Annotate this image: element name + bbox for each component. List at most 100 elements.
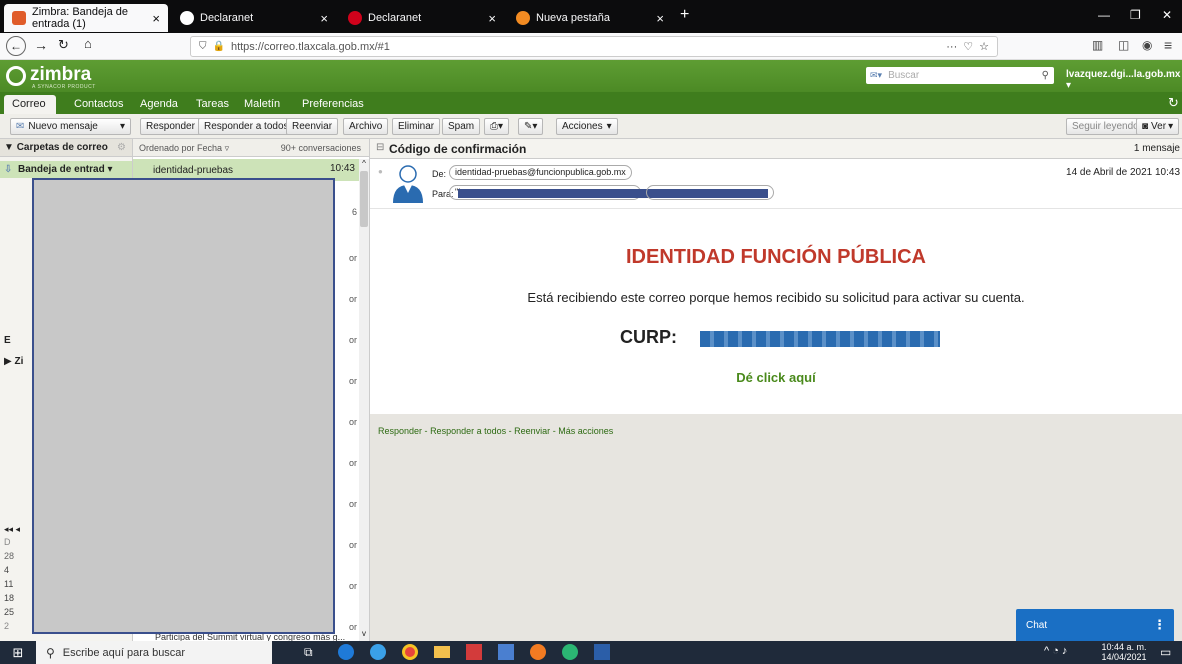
calendar-day[interactable]: 25 <box>4 607 14 617</box>
message-header-bar: ⊟ Código de confirmación 1 mensaje <box>370 139 1182 159</box>
account-icon[interactable]: ◉ <box>1142 38 1152 52</box>
tab-zimbra[interactable]: Zimbra: Bandeja de entrada (1) × <box>4 4 168 32</box>
maximize-button[interactable]: ❐ <box>1130 8 1141 22</box>
tab-new-tab[interactable]: Nueva pestaña × <box>508 4 672 32</box>
reply-button[interactable]: Responder <box>140 118 201 135</box>
tab-correo[interactable]: Correo <box>4 95 56 114</box>
calendar-day[interactable]: 18 <box>4 593 14 603</box>
search-input[interactable]: Buscar <box>888 70 919 81</box>
calendar-nav[interactable]: ◂◂ ◂ <box>4 524 20 535</box>
reload-icon[interactable]: ↻ <box>58 37 69 53</box>
more-actions-link[interactable]: Más acciones <box>558 426 613 436</box>
view-button[interactable]: ◙ Ver ▾ <box>1136 118 1180 135</box>
task-view-icon[interactable]: ⧉ <box>304 645 313 660</box>
app-icon[interactable] <box>498 644 514 660</box>
tab-declaranet-2[interactable]: Declaranet × <box>340 4 504 32</box>
tab-contactos[interactable]: Contactos <box>66 95 132 114</box>
pocket-icon[interactable]: ♡ <box>963 40 973 53</box>
gear-icon[interactable]: ⚙ <box>117 139 126 157</box>
calendar-day[interactable]: 4 <box>4 565 9 575</box>
word-icon[interactable] <box>594 644 610 660</box>
page-actions-icon[interactable]: ··· <box>946 41 957 53</box>
reading-pane: ⊟ Código de confirmación 1 mensaje ● De:… <box>370 139 1182 641</box>
reply-all-link[interactable]: Responder a todos <box>430 426 506 436</box>
tab-declaranet-1[interactable]: Declaranet × <box>172 4 336 32</box>
tab-maletin[interactable]: Maletín <box>236 95 288 114</box>
chat-panel[interactable]: Chat ⋮ <box>1016 609 1174 641</box>
notification-icon[interactable]: ▭ <box>1160 645 1171 659</box>
taskbar-search[interactable]: ⚲ Escribe aquí para buscar <box>36 641 272 664</box>
back-arrow-icon[interactable]: ← <box>6 36 26 56</box>
new-message-label: Nuevo mensaje <box>28 121 98 132</box>
close-window-button[interactable]: ✕ <box>1162 8 1172 22</box>
spam-button[interactable]: Spam <box>442 118 481 135</box>
actions-button[interactable]: Acciones ▾ <box>556 118 618 135</box>
search-icon[interactable]: ⚲ <box>1042 70 1049 81</box>
library-icon[interactable]: ▥ <box>1092 38 1103 52</box>
forward-link[interactable]: Reenviar <box>514 426 550 436</box>
new-tab-button[interactable]: + <box>680 6 689 24</box>
home-icon[interactable]: ⌂ <box>84 36 92 51</box>
to-address-2[interactable] <box>646 185 774 200</box>
windows-start-icon[interactable]: ⊞ <box>0 641 36 664</box>
sort-button[interactable]: Ordenado por Fecha ▿ <box>139 139 229 157</box>
tab-close-icon[interactable]: × <box>152 11 160 26</box>
list-scrollbar[interactable]: ^ v <box>359 159 369 641</box>
folder-inbox[interactable]: ⇩ Bandeja de entrad ▾ <box>0 161 132 178</box>
calendar-day[interactable]: 28 <box>4 551 14 561</box>
edge-legacy-icon[interactable] <box>338 644 354 660</box>
view-icon: ◙ <box>1142 121 1149 132</box>
tab-preferencias[interactable]: Preferencias <box>294 95 372 114</box>
menu-icon[interactable]: ≡ <box>1164 37 1172 53</box>
keep-reading-button[interactable]: Seguir leyendo <box>1066 118 1145 135</box>
tab-close-icon[interactable]: × <box>488 11 496 26</box>
app-icon[interactable] <box>466 644 482 660</box>
sidebar-icon[interactable]: ◫ <box>1118 38 1129 52</box>
calendar-day[interactable]: 11 <box>4 579 13 589</box>
scroll-thumb[interactable] <box>360 171 368 227</box>
tray-icons[interactable]: ^ ◔ ♪ <box>1044 645 1067 657</box>
folder-group-e[interactable]: E <box>4 335 11 346</box>
search-field[interactable]: ✉▾ Buscar ⚲ <box>866 67 1054 84</box>
tag-button[interactable]: ✎▾ <box>518 118 544 135</box>
scroll-up-icon[interactable]: ^ <box>360 159 368 169</box>
refresh-icon[interactable]: ↻ <box>1160 93 1182 112</box>
bookmark-star-icon[interactable]: ☆ <box>979 40 989 53</box>
chrome-icon[interactable] <box>402 644 418 660</box>
chat-menu-icon[interactable]: ⋮ <box>1153 617 1166 633</box>
row-fragment: or <box>349 376 358 386</box>
scroll-down-icon[interactable]: v <box>360 629 368 639</box>
calendar-day[interactable]: 2 <box>4 621 9 631</box>
archive-button[interactable]: Archivo <box>343 118 389 135</box>
minimize-button[interactable]: — <box>1098 8 1110 22</box>
chevron-down-icon[interactable]: ▾ <box>120 119 125 134</box>
folder-group-zimlets[interactable]: ▶ Zi <box>4 356 23 367</box>
tab-close-icon[interactable]: × <box>656 11 664 26</box>
file-explorer-icon[interactable] <box>434 646 450 658</box>
from-address[interactable]: identidad-pruebas@funcionpublica.gob.mx <box>449 165 632 180</box>
edge-icon[interactable] <box>370 644 386 660</box>
search-type-icon[interactable]: ✉▾ <box>870 70 882 81</box>
tab-agenda[interactable]: Agenda <box>132 95 186 114</box>
tab-tareas[interactable]: Tareas <box>188 95 237 114</box>
separator: - <box>552 426 556 436</box>
delete-button[interactable]: Eliminar <box>392 118 441 135</box>
tab-close-icon[interactable]: × <box>320 11 328 26</box>
reply-all-button[interactable]: Responder a todos <box>198 118 295 135</box>
conversation-count: 90+ conversaciones <box>280 143 361 153</box>
flag-icon[interactable]: ● <box>378 167 383 176</box>
url-bar[interactable]: ⛉ 🔒 https://correo.tlaxcala.gob.mx/#1 ··… <box>190 36 998 57</box>
reply-link[interactable]: Responder <box>378 426 422 436</box>
new-message-button[interactable]: ✉ Nuevo mensaje ▾ <box>10 118 131 135</box>
forward-arrow-icon[interactable]: → <box>34 37 48 53</box>
user-menu[interactable]: lvazquez.dgi...la.gob.mx ▾ <box>1066 69 1182 91</box>
firefox-icon[interactable] <box>530 644 546 660</box>
clock[interactable]: 10:44 a. m. 14/04/2021 <box>1100 642 1148 662</box>
activation-link[interactable]: Dé click aquí <box>370 370 1182 385</box>
app-icon[interactable] <box>562 644 578 660</box>
folders-header[interactable]: ▼ Carpetas de correo ⚙ <box>0 139 132 157</box>
print-button[interactable]: ⎙▾ <box>484 118 510 135</box>
forward-button[interactable]: Reenviar <box>286 118 339 135</box>
collapse-icon[interactable]: ⊟ <box>376 142 384 153</box>
message-count: 1 mensaje <box>1133 143 1180 154</box>
